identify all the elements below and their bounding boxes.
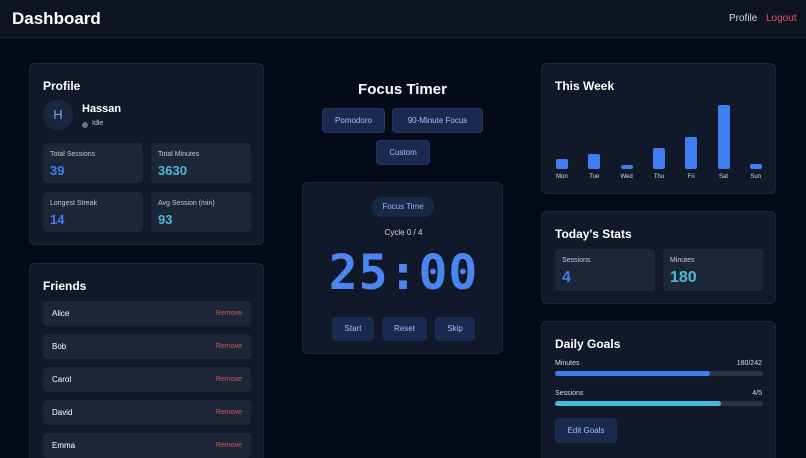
phase-badge: Focus Time — [372, 197, 434, 217]
friend-row: Alice Remove — [43, 301, 251, 326]
remove-friend-button[interactable]: Remove — [216, 343, 242, 350]
friend-name: Emma — [52, 441, 76, 450]
day-label-sat: Sat — [718, 174, 728, 180]
stat-label: Avg Session (min) — [158, 200, 215, 207]
mode-90-minute-button[interactable]: 90-Minute Focus — [392, 108, 483, 133]
top-navbar: Dashboard Profile Logout — [0, 0, 806, 38]
stat-total-sessions: Total Sessions 39 — [43, 143, 143, 183]
today-minutes-box: Minutes 180 — [663, 249, 763, 291]
week-bar-chart: Mon Tue Wed Thu Fri Sat Sun — [542, 64, 777, 195]
stat-value: 180 — [670, 269, 697, 286]
cycle-counter: Cycle 0 / 4 — [384, 228, 423, 237]
friend-row: David Remove — [43, 400, 251, 425]
friends-title: Friends — [43, 279, 87, 293]
stat-avg-session: Avg Session (min) 93 — [151, 192, 251, 232]
goal-sessions-value: 4/5 — [752, 390, 762, 397]
stat-value: 93 — [158, 212, 173, 227]
this-week-card: This Week Mon Tue Wed Thu Fri Sat Sun — [541, 63, 776, 194]
reset-button[interactable]: Reset — [382, 317, 427, 341]
stat-value: 4 — [562, 269, 571, 286]
friend-row: Carol Remove — [43, 367, 251, 392]
day-label-wed: Wed — [620, 174, 633, 180]
stat-label: Total Minutes — [158, 151, 200, 158]
timer-display: 25:00 — [328, 245, 479, 301]
mode-custom-button[interactable]: Custom — [376, 140, 430, 165]
goal-sessions-progress — [555, 401, 763, 406]
remove-friend-button[interactable]: Remove — [216, 310, 242, 317]
stat-value: 39 — [50, 163, 65, 178]
friend-name: Carol — [52, 375, 72, 384]
friend-name: David — [52, 408, 73, 417]
stat-label: Sessions — [562, 257, 591, 264]
stat-longest-streak: Longest Streak 14 — [43, 192, 143, 232]
progress-fill — [555, 401, 722, 406]
goal-minutes-value: 180/242 — [736, 360, 762, 367]
day-label-fri: Fri — [687, 174, 695, 180]
avatar: H — [43, 100, 73, 130]
start-button[interactable]: Start — [332, 317, 374, 341]
friend-name: Bob — [52, 342, 67, 351]
todays-stats-title: Today's Stats — [555, 227, 632, 241]
stat-value: 3630 — [158, 163, 187, 178]
bar-thu — [652, 147, 665, 169]
timer-panel: Focus Time Cycle 0 / 4 25:00 Start Reset… — [302, 182, 503, 354]
day-label-mon: Mon — [556, 174, 568, 180]
mode-pomodoro-button[interactable]: Pomodoro — [322, 108, 385, 133]
profile-title: Profile — [43, 79, 81, 93]
progress-fill — [555, 371, 710, 376]
friend-row: Bob Remove — [43, 334, 251, 359]
day-label-sun: Sun — [750, 174, 762, 180]
remove-friend-button[interactable]: Remove — [216, 376, 242, 383]
bar-sun — [749, 163, 762, 169]
profile-card: Profile H Hassan Idle Total Sessions 39 … — [29, 63, 264, 245]
stat-value: 14 — [50, 212, 65, 227]
day-label-tue: Tue — [589, 174, 600, 180]
friend-name: Alice — [52, 309, 70, 318]
remove-friend-button[interactable]: Remove — [216, 442, 242, 449]
daily-goals-card: Daily Goals Minutes 180/242 Sessions 4/5… — [541, 321, 776, 458]
goal-minutes-label: Minutes — [555, 360, 580, 367]
status-dot-icon — [82, 122, 88, 128]
daily-goals-title: Daily Goals — [555, 337, 621, 351]
stat-label: Minutes — [670, 257, 695, 264]
friends-card: Friends Alice Remove Bob Remove Carol Re… — [29, 263, 264, 458]
bar-sat — [717, 105, 730, 169]
nav-logout-link[interactable]: Logout — [766, 13, 797, 24]
bar-wed — [620, 165, 633, 169]
friend-row: Emma Remove — [43, 433, 251, 458]
nav-profile-link[interactable]: Profile — [729, 13, 757, 24]
goal-minutes-progress — [555, 371, 763, 376]
skip-button[interactable]: Skip — [435, 317, 475, 341]
goal-sessions-label: Sessions — [555, 390, 584, 397]
bar-tue — [588, 153, 601, 169]
stat-label: Longest Streak — [50, 200, 98, 207]
bar-mon — [556, 158, 568, 169]
edit-goals-button[interactable]: Edit Goals — [555, 418, 617, 443]
bar-fri — [685, 137, 698, 169]
day-label-thu: Thu — [653, 174, 665, 180]
today-sessions-box: Sessions 4 — [555, 249, 655, 291]
status-text: Idle — [92, 120, 104, 127]
todays-stats-card: Today's Stats Sessions 4 Minutes 180 — [541, 211, 776, 304]
username: Hassan — [82, 103, 122, 115]
brand-title: Dashboard — [12, 9, 101, 28]
stat-label: Total Sessions — [50, 151, 96, 158]
remove-friend-button[interactable]: Remove — [216, 409, 242, 416]
stat-total-minutes: Total Minutes 3630 — [151, 143, 251, 183]
focus-timer-title: Focus Timer — [358, 81, 447, 98]
